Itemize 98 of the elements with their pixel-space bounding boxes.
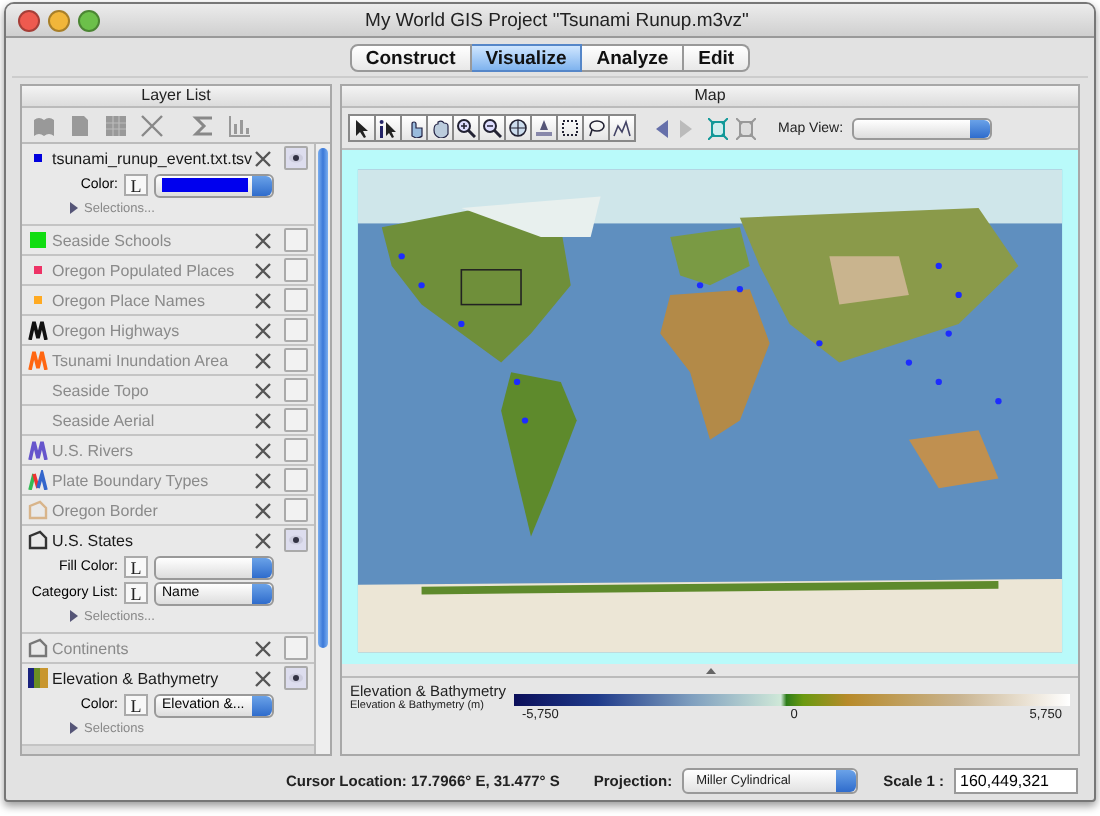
layer-name: Plate Boundary Types [52, 471, 211, 489]
line-graph-icon [612, 118, 632, 138]
remove-layer-icon[interactable] [254, 441, 272, 459]
zoom-in-tool-button[interactable] [452, 114, 480, 142]
ruler-icon [534, 118, 554, 138]
minimize-window-button[interactable] [48, 9, 70, 31]
layer-name: Tsunami Inundation Area [52, 351, 231, 369]
eye-icon [288, 534, 304, 546]
remove-layer-icon[interactable] [254, 381, 272, 399]
zoom-to-extent-button[interactable] [706, 114, 730, 142]
mode-tab[interactable]: Edit [684, 44, 751, 72]
pointer-tool-button[interactable] [348, 114, 376, 142]
remove-layer-icon[interactable] [254, 351, 272, 369]
panel-title: Map [694, 86, 726, 106]
visibility-checkbox[interactable] [284, 348, 308, 372]
lasso-tool-button[interactable] [582, 114, 610, 142]
layer-name: Elevation & Bathymetry [52, 669, 221, 687]
selection-rectangle-icon [560, 118, 580, 138]
back-arrow-icon [652, 117, 672, 139]
zoom-in-icon [456, 118, 476, 138]
close-window-button[interactable] [18, 9, 40, 31]
visibility-checkbox[interactable] [284, 498, 308, 522]
eye-icon [288, 672, 304, 684]
ruler-tool-button[interactable] [530, 114, 558, 142]
legend-button[interactable]: L [124, 556, 148, 578]
zoom-selection-icon [736, 117, 756, 139]
mode-tab[interactable]: Visualize [471, 44, 583, 72]
layer-name: Seaside Aerial [52, 411, 157, 429]
legend-button[interactable]: L [124, 582, 148, 604]
window-title: My World GIS Project "Tsunami Runup.m3vz" [363, 9, 751, 31]
panel-title: Layer List [141, 86, 211, 106]
disclosure-triangle-icon[interactable] [70, 202, 78, 214]
eye-icon [288, 152, 304, 164]
sum-icon[interactable] [192, 113, 216, 137]
lasso-icon [586, 118, 606, 138]
visibility-checkbox[interactable] [284, 146, 308, 170]
hand-tool-button[interactable] [426, 114, 454, 142]
remove-layer-icon[interactable] [254, 231, 272, 249]
visibility-checkbox[interactable] [284, 288, 308, 312]
mode-tab[interactable]: Analyze [582, 44, 685, 72]
legend-button[interactable]: L [124, 694, 148, 716]
layer-name: Oregon Place Names [52, 291, 207, 309]
world-map-drawing[interactable] [357, 169, 1063, 653]
globe-tool-button[interactable] [504, 114, 532, 142]
layer-name: Seaside Topo [52, 381, 151, 399]
remove-layer-icon[interactable] [254, 501, 272, 519]
line-graph-tool-button[interactable] [608, 114, 636, 142]
selection-rectangle-tool-button[interactable] [556, 114, 584, 142]
disclosure-triangle-icon[interactable] [70, 610, 78, 622]
layer-name: Oregon Highways [52, 321, 182, 339]
forward-arrow-icon [676, 117, 696, 139]
dropdown[interactable] [154, 173, 274, 197]
hand-icon [430, 118, 450, 138]
zoom-out-tool-button[interactable] [478, 114, 506, 142]
delete-icon[interactable] [140, 113, 164, 137]
hand-pointer-tool-button[interactable] [400, 114, 428, 142]
layer-name: U.S. Rivers [52, 441, 135, 459]
remove-layer-icon[interactable] [254, 639, 272, 657]
disclosure-triangle-icon[interactable] [70, 722, 78, 734]
remove-layer-icon[interactable] [254, 321, 272, 339]
info-pointer-tool-button[interactable] [374, 114, 402, 142]
mode-tab[interactable]: Construct [349, 44, 472, 72]
layer-name: Continents [52, 639, 131, 657]
layer-name: Oregon Border [52, 501, 160, 519]
visibility-checkbox[interactable] [284, 438, 308, 462]
line-symbol-icon [27, 470, 47, 490]
map-view-dropdown[interactable] [851, 117, 992, 139]
layer-name: tsunami_runup_event.txt.tsv [52, 149, 250, 167]
zoom-out-icon [482, 118, 502, 138]
remove-layer-icon[interactable] [254, 149, 272, 167]
visibility-checkbox[interactable] [284, 528, 308, 552]
globe-icon [508, 118, 528, 138]
layer-name: Seaside Schools [52, 231, 174, 249]
remove-layer-icon[interactable] [254, 669, 272, 687]
visibility-checkbox[interactable] [284, 318, 308, 342]
visibility-checkbox[interactable] [284, 666, 308, 690]
scale-field[interactable]: 160,449,321 [954, 767, 1078, 793]
zoom-window-button[interactable] [78, 9, 100, 31]
remove-layer-icon[interactable] [254, 291, 272, 309]
remove-layer-icon[interactable] [254, 411, 272, 429]
layer-name: U.S. States [52, 531, 135, 549]
visibility-checkbox[interactable] [284, 258, 308, 282]
remove-layer-icon[interactable] [254, 261, 272, 279]
legend-button[interactable]: L [124, 174, 148, 196]
layer-name: Oregon Populated Places [52, 261, 237, 279]
remove-layer-icon[interactable] [254, 531, 272, 549]
visibility-checkbox[interactable] [284, 636, 308, 660]
visibility-checkbox[interactable] [284, 228, 308, 252]
visibility-checkbox[interactable] [284, 468, 308, 492]
visibility-checkbox[interactable] [284, 378, 308, 402]
dropdown[interactable] [154, 555, 274, 579]
zoom-extent-icon [708, 117, 728, 139]
visibility-checkbox[interactable] [284, 408, 308, 432]
raster-symbol-icon [27, 668, 47, 688]
scrollbar[interactable] [314, 144, 330, 754]
info-pointer-icon [378, 118, 398, 138]
pointer-icon [352, 118, 372, 138]
remove-layer-icon[interactable] [254, 471, 272, 489]
